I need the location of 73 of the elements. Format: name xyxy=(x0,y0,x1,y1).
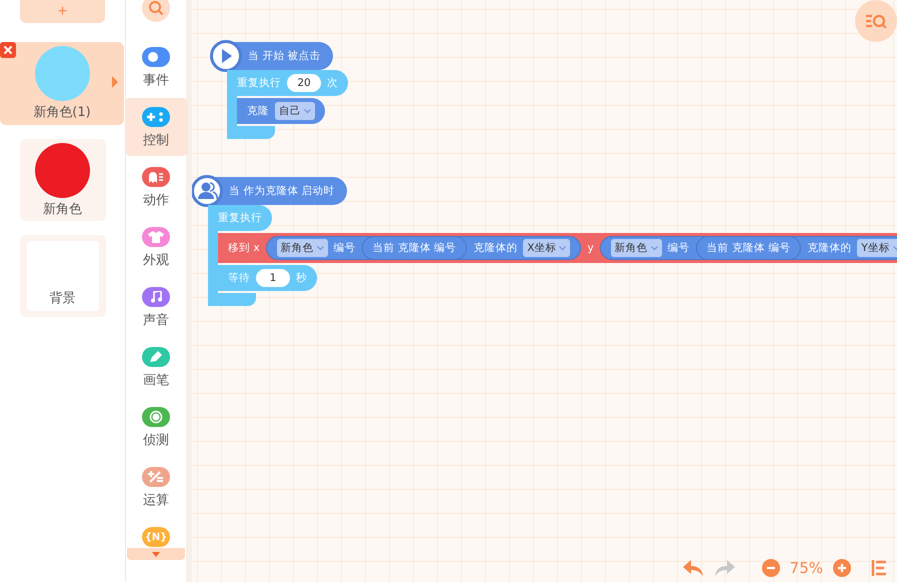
block-label: 当 开始 被点击 xyxy=(248,49,321,63)
block-label: 克隆体的 xyxy=(473,241,518,255)
block-label: 重复执行 xyxy=(237,76,281,90)
category-tab[interactable]: 动作 xyxy=(124,158,188,216)
category-label: 运算 xyxy=(143,492,169,509)
caret-icon xyxy=(650,246,658,250)
people-icon xyxy=(192,175,223,207)
category-label: 外观 xyxy=(143,252,169,269)
category-tab[interactable]: 侦测 xyxy=(124,398,188,456)
caret-icon xyxy=(152,552,160,556)
repeat-block[interactable]: 重复执行 20 次 xyxy=(227,70,348,96)
list-icon[interactable] xyxy=(871,560,887,576)
category-label: 画笔 xyxy=(143,372,169,389)
sprite-name: 背景 xyxy=(50,290,76,307)
category-label: 控制 xyxy=(143,132,169,149)
search-icon[interactable] xyxy=(142,0,170,22)
block-label: y xyxy=(587,242,594,254)
category-tab[interactable]: 画笔 xyxy=(124,338,188,396)
sprite-name: 新角色 xyxy=(43,200,82,218)
zoom-level: 75% xyxy=(790,559,823,577)
category-tab[interactable]: 运算 xyxy=(124,458,188,516)
block-label: 当前 克隆体 编号 xyxy=(706,241,790,255)
category-tab[interactable]: 外观 xyxy=(124,218,188,276)
block-label: 克隆体的 xyxy=(807,241,852,255)
category-label: 事件 xyxy=(143,72,169,89)
category-tab[interactable]: 声音 xyxy=(124,278,188,336)
block-label: 当 作为克隆体 启动时 xyxy=(229,184,335,198)
find-button[interactable] xyxy=(855,0,897,42)
zoom-in-icon[interactable] xyxy=(833,559,851,577)
number-field[interactable]: 20 xyxy=(287,74,321,92)
block-label: 次 xyxy=(327,76,338,90)
scroll-down-button[interactable] xyxy=(127,548,185,560)
block-label: 秒 xyxy=(296,271,307,285)
command-block[interactable]: 移到 x 新角色 编号 当前 克隆体 编号 克隆体的 X坐标 y 新角色 编号 当前 克隆体 编号 克隆体的 Y坐标 xyxy=(218,233,897,263)
caret-icon xyxy=(304,108,311,114)
expand-arrow-icon[interactable] xyxy=(112,76,118,88)
category-label: 动作 xyxy=(143,192,169,209)
dropdown[interactable]: 新角色 xyxy=(276,239,328,257)
category-tab[interactable]: 事件 xyxy=(124,38,188,96)
command-block[interactable]: 等待 1 秒 xyxy=(218,265,317,291)
sprite-card[interactable]: 新角色(1) xyxy=(0,42,124,125)
command-block[interactable]: 克隆 自己 xyxy=(237,98,325,124)
reporter-block[interactable]: 新角色 编号 当前 克隆体 编号 克隆体的 Y坐标 xyxy=(600,236,897,260)
repeat-block-foot xyxy=(227,126,275,139)
play-icon xyxy=(210,40,242,72)
sprite-card[interactable]: 新角色 xyxy=(20,139,106,221)
block-label: 等待 xyxy=(228,271,250,285)
block-label: 重复执行 xyxy=(218,211,262,225)
sprite-name: 新角色(1) xyxy=(33,104,91,121)
block-label: 当前 克隆体 编号 xyxy=(372,241,456,255)
dropdown[interactable]: Y坐标 xyxy=(857,239,897,257)
sprite-card[interactable]: 背景 xyxy=(20,235,106,317)
repeat-block-foot xyxy=(208,293,256,306)
zoom-out-icon[interactable] xyxy=(762,559,780,577)
number-field[interactable]: 1 xyxy=(256,269,290,287)
caret-icon xyxy=(559,246,566,250)
category-tab[interactable]: 控制 xyxy=(124,98,188,156)
block-label: 编号 xyxy=(334,241,356,255)
category-icon: {N} xyxy=(142,527,170,547)
block-label: 编号 xyxy=(668,241,690,255)
find-icon xyxy=(865,14,887,28)
dropdown[interactable]: X坐标 xyxy=(523,239,570,257)
code-canvas[interactable]: 当 开始 被点击 重复执行 20 次 克隆 自己 当 作为克隆体 启动时 重复执行 移到 x 新角色 编号 当前 克隆体 编号 克隆体的 X坐标 y 新角色 编号 当前 克隆体 编号 克隆体的 Y坐标 等待 1 秒 75% xyxy=(192,0,897,582)
dropdown[interactable]: 新角色 xyxy=(610,239,662,257)
category-label: 声音 xyxy=(143,312,169,329)
block-label: 移到 x xyxy=(228,241,260,255)
undo-icon[interactable] xyxy=(682,559,704,577)
dropdown[interactable]: 自己 xyxy=(275,102,315,120)
reporter-block[interactable]: 新角色 编号 当前 克隆体 编号 克隆体的 X坐标 xyxy=(266,236,582,260)
block-label: 克隆 xyxy=(247,104,269,118)
category-label: 侦测 xyxy=(143,432,169,449)
close-icon[interactable] xyxy=(0,42,16,58)
caret-icon xyxy=(316,246,324,250)
